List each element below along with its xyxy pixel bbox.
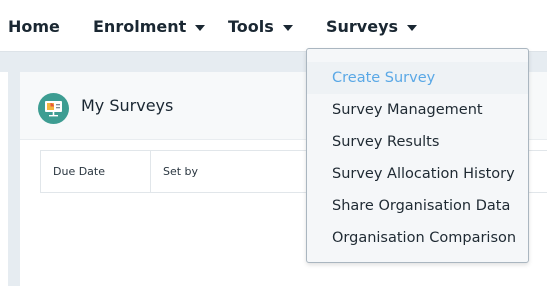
nav-home-link[interactable]: Home xyxy=(8,17,60,36)
menu-item-organisation-comparison[interactable]: Organisation Comparison xyxy=(307,222,528,254)
menu-item-survey-allocation-history[interactable]: Survey Allocation History xyxy=(307,158,528,190)
nav-home-label: Home xyxy=(8,17,60,36)
nav-enrolment-label: Enrolment xyxy=(93,17,187,36)
chevron-down-icon xyxy=(407,24,418,31)
menu-item-survey-results[interactable]: Survey Results xyxy=(307,126,528,158)
nav-tools-label: Tools xyxy=(228,17,274,36)
top-navigation-bar: Home Enrolment Tools Surveys xyxy=(0,0,547,52)
menu-item-share-organisation-data[interactable]: Share Organisation Data xyxy=(307,190,528,222)
nav-surveys-menu[interactable]: Surveys xyxy=(326,17,418,36)
nav-tools-menu[interactable]: Tools xyxy=(228,17,293,36)
surveys-dropdown-menu: Create Survey Survey Management Survey R… xyxy=(306,48,529,263)
column-header-due-date[interactable]: Due Date xyxy=(53,165,105,178)
nav-enrolment-menu[interactable]: Enrolment xyxy=(93,17,206,36)
column-header-set-by[interactable]: Set by xyxy=(163,165,198,178)
page-title: My Surveys xyxy=(81,96,174,115)
menu-item-create-survey[interactable]: Create Survey xyxy=(307,62,528,94)
column-divider xyxy=(150,151,151,192)
menu-item-survey-management[interactable]: Survey Management xyxy=(307,94,528,126)
nav-surveys-label: Surveys xyxy=(326,17,399,36)
chevron-down-icon xyxy=(195,24,206,31)
left-panel xyxy=(0,72,8,286)
chevron-down-icon xyxy=(282,24,293,31)
presentation-board-icon xyxy=(38,93,69,124)
